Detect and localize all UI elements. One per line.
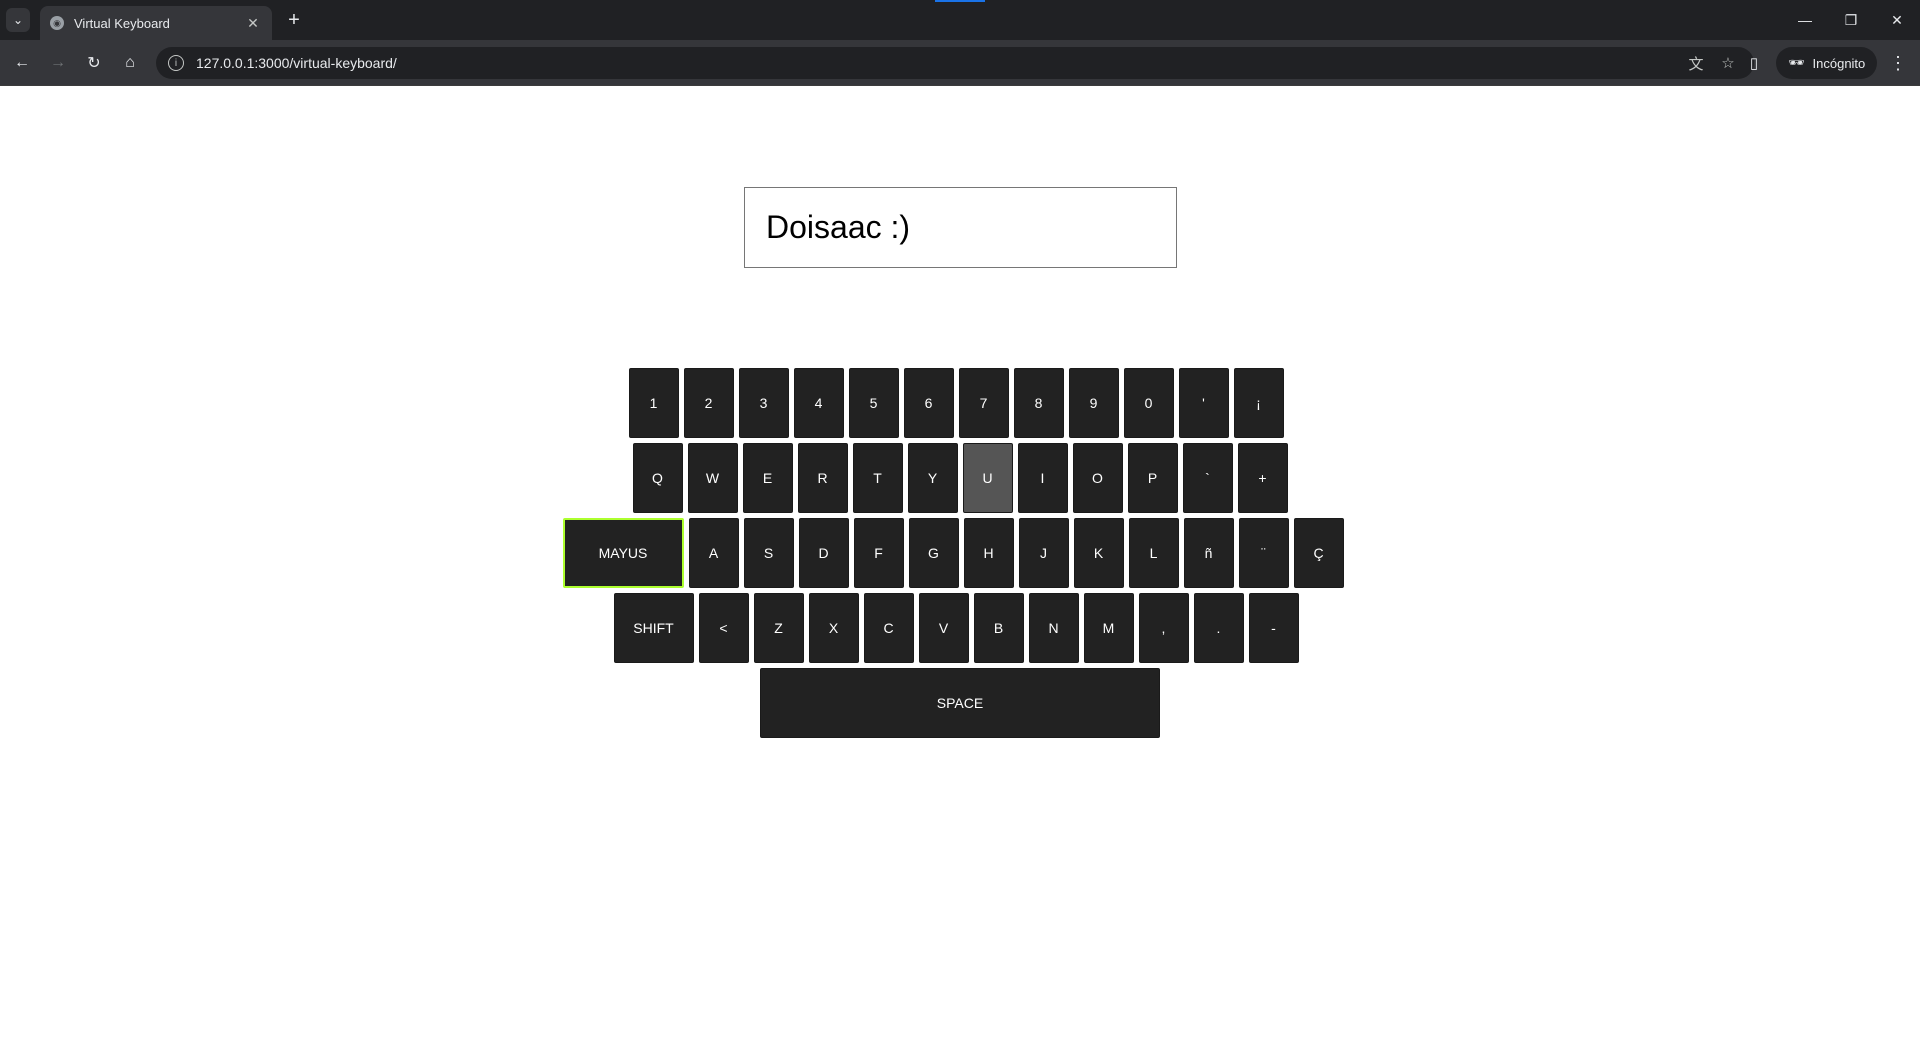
key-t[interactable]: T (852, 443, 903, 513)
key-c[interactable]: C (863, 593, 914, 663)
new-tab-button[interactable]: + (282, 8, 306, 32)
restore-icon: ❐ (1844, 11, 1858, 28)
key-7[interactable]: 7 (958, 368, 1009, 438)
key-w[interactable]: W (687, 443, 738, 513)
arrow-right-icon: → (50, 54, 66, 71)
browser-toolbar: ← → ↻ ⌂ i 127.0.0.1:3000/virtual-keyboar… (0, 40, 1920, 86)
translate-icon[interactable]: 文 (1682, 49, 1710, 77)
key-n[interactable]: N (1028, 593, 1079, 663)
key-8[interactable]: 8 (1013, 368, 1064, 438)
arrow-left-icon: ← (14, 54, 30, 71)
key-u[interactable]: U (962, 443, 1013, 513)
key-f[interactable]: F (853, 518, 904, 588)
key-9[interactable]: 9 (1068, 368, 1119, 438)
more-vert-icon: ⋮ (1889, 52, 1907, 73)
bookmark-star-icon[interactable]: ☆ (1714, 49, 1742, 77)
tab-title: Virtual Keyboard (74, 15, 170, 31)
globe-icon: ◉ (50, 16, 64, 30)
home-button[interactable]: ⌂ (116, 49, 144, 77)
key-e[interactable]: E (742, 443, 793, 513)
key-3[interactable]: 3 (738, 368, 789, 438)
key-2[interactable]: 2 (683, 368, 734, 438)
key-l[interactable]: L (1128, 518, 1179, 588)
incognito-icon: 🕶 (1788, 55, 1805, 70)
key-p[interactable]: P (1127, 443, 1178, 513)
address-bar[interactable]: i 127.0.0.1:3000/virtual-keyboard/ 文 ☆ (156, 47, 1754, 79)
key-symbol-11[interactable]: ¨ (1238, 518, 1289, 588)
key-symbol-11[interactable]: + (1237, 443, 1288, 513)
key-a[interactable]: A (688, 518, 739, 588)
keyboard-row-4: SHIFT < Z X C V B N M,. - (564, 593, 1348, 663)
close-icon: ✕ (247, 14, 259, 31)
key-6[interactable]: 6 (903, 368, 954, 438)
minimize-icon: — (1798, 12, 1812, 28)
restore-button[interactable]: ❐ (1828, 0, 1874, 40)
close-icon: ✕ (1891, 11, 1903, 28)
back-button[interactable]: ← (8, 49, 36, 77)
keyboard-row-2: Q W E R T Y U I O P ` + (568, 443, 1352, 513)
side-panel-icon: ▯ (1749, 55, 1759, 72)
key-k[interactable]: K (1073, 518, 1124, 588)
key-symbol-9[interactable]: , (1138, 593, 1189, 663)
key-space[interactable]: SPACE (760, 668, 1160, 738)
key-symbol-10[interactable]: . (1193, 593, 1244, 663)
key-v[interactable]: V (918, 593, 969, 663)
minimize-button[interactable]: — (1782, 0, 1828, 40)
keyboard-row-1: 1 2 3 4 5 6 7 8 9 0 ' ¡ (564, 368, 1348, 438)
key-symbol-11[interactable]: - (1248, 593, 1299, 663)
key-i[interactable]: I (1017, 443, 1068, 513)
key-b[interactable]: B (973, 593, 1024, 663)
incognito-label: Incógnito (1812, 55, 1866, 71)
virtual-keyboard: 1 2 3 4 5 6 7 8 9 0 ' ¡ Q W E R T Y U I O P ` + MAYUS A S D F G H J K L… (562, 368, 1352, 738)
key-m[interactable]: M (1083, 593, 1134, 663)
reload-button[interactable]: ↻ (80, 49, 108, 77)
key-symbol-10[interactable]: ñ (1183, 518, 1234, 588)
window-controls: — ❐ ✕ (1782, 0, 1920, 40)
site-info-icon[interactable]: i (168, 55, 184, 71)
key-0[interactable]: 0 (1123, 368, 1174, 438)
chevron-down-icon: ⌄ (12, 13, 24, 27)
key-symbol-1[interactable]: < (698, 593, 749, 663)
key-q[interactable]: Q (632, 443, 683, 513)
key-o[interactable]: O (1072, 443, 1123, 513)
key-h[interactable]: H (963, 518, 1014, 588)
key-shift[interactable]: SHIFT (613, 593, 694, 663)
key-g[interactable]: G (908, 518, 959, 588)
reload-icon: ↻ (87, 55, 101, 72)
key-symbol-12[interactable]: Ç (1293, 518, 1344, 588)
key-s[interactable]: S (743, 518, 794, 588)
tab-strip: ⌄ ◉ Virtual Keyboard ✕ + — ❐ ✕ (0, 0, 1920, 40)
key-1[interactable]: 1 (628, 368, 679, 438)
key-y[interactable]: Y (907, 443, 958, 513)
keyboard-row-3: MAYUS A S D F G H J K Lñ ¨ Ç (561, 518, 1345, 588)
text-input[interactable]: Doisaac :) (744, 187, 1177, 268)
close-tab-button[interactable]: ✕ (244, 14, 262, 32)
key-z[interactable]: Z (753, 593, 804, 663)
text-input-value: Doisaac :) (766, 209, 911, 245)
home-icon: ⌂ (125, 54, 135, 71)
key-j[interactable]: J (1018, 518, 1069, 588)
key-symbol-10[interactable]: ` (1182, 443, 1233, 513)
tab-search-button[interactable]: ⌄ (6, 8, 30, 32)
url-text[interactable]: 127.0.0.1:3000/virtual-keyboard/ (196, 55, 1678, 71)
top-indicator (935, 0, 985, 2)
side-panel-button[interactable]: ▯ (1740, 49, 1768, 77)
key-mayus[interactable]: MAYUS (562, 518, 684, 588)
key-symbol-10[interactable]: ' (1178, 368, 1229, 438)
tab-virtual-keyboard[interactable]: ◉ Virtual Keyboard ✕ (40, 6, 272, 40)
key-4[interactable]: 4 (793, 368, 844, 438)
key-r[interactable]: R (797, 443, 848, 513)
key-5[interactable]: 5 (848, 368, 899, 438)
key-d[interactable]: D (798, 518, 849, 588)
close-window-button[interactable]: ✕ (1874, 0, 1920, 40)
plus-icon: + (288, 8, 300, 31)
more-menu-button[interactable]: ⋮ (1884, 49, 1912, 77)
keyboard-row-5: SPACE (568, 668, 1352, 738)
key-x[interactable]: X (808, 593, 859, 663)
key-symbol-11[interactable]: ¡ (1233, 368, 1284, 438)
incognito-badge[interactable]: 🕶 Incógnito (1776, 47, 1878, 79)
forward-button[interactable]: → (44, 49, 72, 77)
